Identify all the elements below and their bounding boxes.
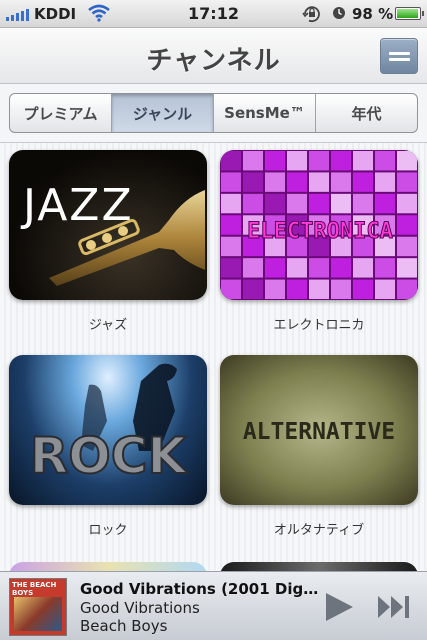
electronica-grid-cell [375,279,395,299]
electronica-grid-cell [265,172,285,192]
channel-tile-alternative[interactable]: ALTERNATIVE オルタナティブ [220,355,418,538]
channel-label: エレクトロニカ [273,318,365,333]
electronica-grid-cell [265,279,285,299]
electronica-grid-cell [265,151,285,171]
category-segmented-control: プレミアム ジャンル SensMe™ 年代 [9,93,418,133]
alarm-icon [333,7,345,19]
electronica-grid-cell [243,172,263,192]
album-cover[interactable]: THE BEACH BOYS [9,578,67,636]
electronica-grid-cell [243,279,263,299]
electronica-grid-cell [243,258,263,278]
electronica-grid-cell [331,193,351,214]
channel-label: ロック [88,523,128,538]
electronica-grid-cell [221,279,241,299]
electronica-grid-cell [375,172,395,192]
electronica-grid-cell [221,258,241,278]
electronica-grid-cell [221,172,241,192]
alternative-art-text: ALTERNATIVE [243,419,395,445]
electronica-grid-cell [221,151,241,171]
electronica-grid-cell [221,193,241,214]
segment-sensme[interactable]: SensMe™ [214,94,316,132]
electronica-grid-cell [353,172,373,192]
electronica-grid-cell [243,151,263,171]
electronica-grid-cell [265,258,285,278]
electronica-grid-cell [243,193,263,214]
trumpet-image: JAZZ [20,180,205,286]
rock-image: ROCK [29,363,189,486]
electronica-grid-cell [287,193,307,214]
segment-premium[interactable]: プレミアム [10,94,112,132]
electronica-grid-cell [221,215,241,235]
track-title: Good Vibrations (2001 Digit... [80,580,320,598]
album-name: Good Vibrations [80,599,200,617]
electronica-grid-cell [309,151,329,171]
artist-name: Beach Boys [80,617,168,635]
electronica-grid-cell [331,172,351,192]
channel-tile-electronica[interactable]: ELECTRONICA エレクトロニカ [220,150,418,333]
electronica-grid-cell [397,215,417,235]
battery-icon [395,7,424,20]
electronica-grid-cell [397,258,417,278]
rock-artwork[interactable]: ROCK [9,355,207,505]
jazz-art-text: JAZZ [20,180,134,231]
electronica-grid-cell [309,258,329,278]
status-bar: KDDI 17:12 98 % [0,0,427,28]
segment-genre[interactable]: ジャンル [112,94,214,132]
now-playing-bar[interactable]: THE BEACH BOYS Good Vibrations (2001 Dig… [0,571,427,640]
channel-label: オルタナティブ [273,523,365,538]
electronica-grid-cell [287,279,307,299]
electronica-grid-cell [309,193,329,214]
play-icon[interactable] [323,592,355,622]
electronica-grid-cell [331,279,351,299]
electronica-grid-cell [353,151,373,171]
rotation-lock-icon [302,6,320,23]
electronica-grid-cell [397,193,417,214]
rock-art-text: ROCK [30,427,189,485]
electronica-artwork[interactable]: ELECTRONICA [220,150,418,300]
next-track-icon[interactable] [377,594,411,620]
page-title: チャンネル [146,46,281,76]
electronica-art-text: ELECTRONICA [247,219,393,244]
electronica-grid-cell [375,193,395,214]
battery-percentage: 98 % [352,5,394,23]
alternative-image: ALTERNATIVE [243,419,395,445]
segment-era[interactable]: 年代 [316,94,417,132]
electronica-grid-cell [221,236,241,257]
battery-level-fill [397,9,418,18]
electronica-grid-cell [397,279,417,299]
electronica-grid-cell [287,151,307,171]
electronica-grid-cell [265,193,285,214]
album-cover-text: THE BEACH BOYS [12,581,57,597]
list-menu-button[interactable] [380,38,418,74]
electronica-grid-cell [309,279,329,299]
electronica-grid-cell [331,151,351,171]
electronica-grid-cell [397,236,417,257]
alternative-artwork[interactable]: ALTERNATIVE [220,355,418,505]
electronica-grid-cell [397,172,417,192]
electronica-grid-cell [353,193,373,214]
electronica-grid-cell [331,258,351,278]
navigation-bar: チャンネル [0,28,427,84]
jazz-artwork[interactable]: JAZZ [9,150,207,300]
electronica-grid-cell [375,151,395,171]
electronica-grid-cell [353,279,373,299]
electronica-image: ELECTRONICA [221,151,417,299]
electronica-grid-cell [309,172,329,192]
channel-label: ジャズ [88,318,128,333]
electronica-grid-cell [353,258,373,278]
electronica-grid-cell [287,258,307,278]
electronica-grid-cell [287,172,307,192]
list-icon [389,52,410,64]
channel-tile-jazz[interactable]: JAZZ ジャズ [9,150,207,333]
electronica-grid-cell [397,151,417,171]
channel-tile-rock[interactable]: ROCK ロック [9,355,207,538]
electronica-grid-cell [375,258,395,278]
